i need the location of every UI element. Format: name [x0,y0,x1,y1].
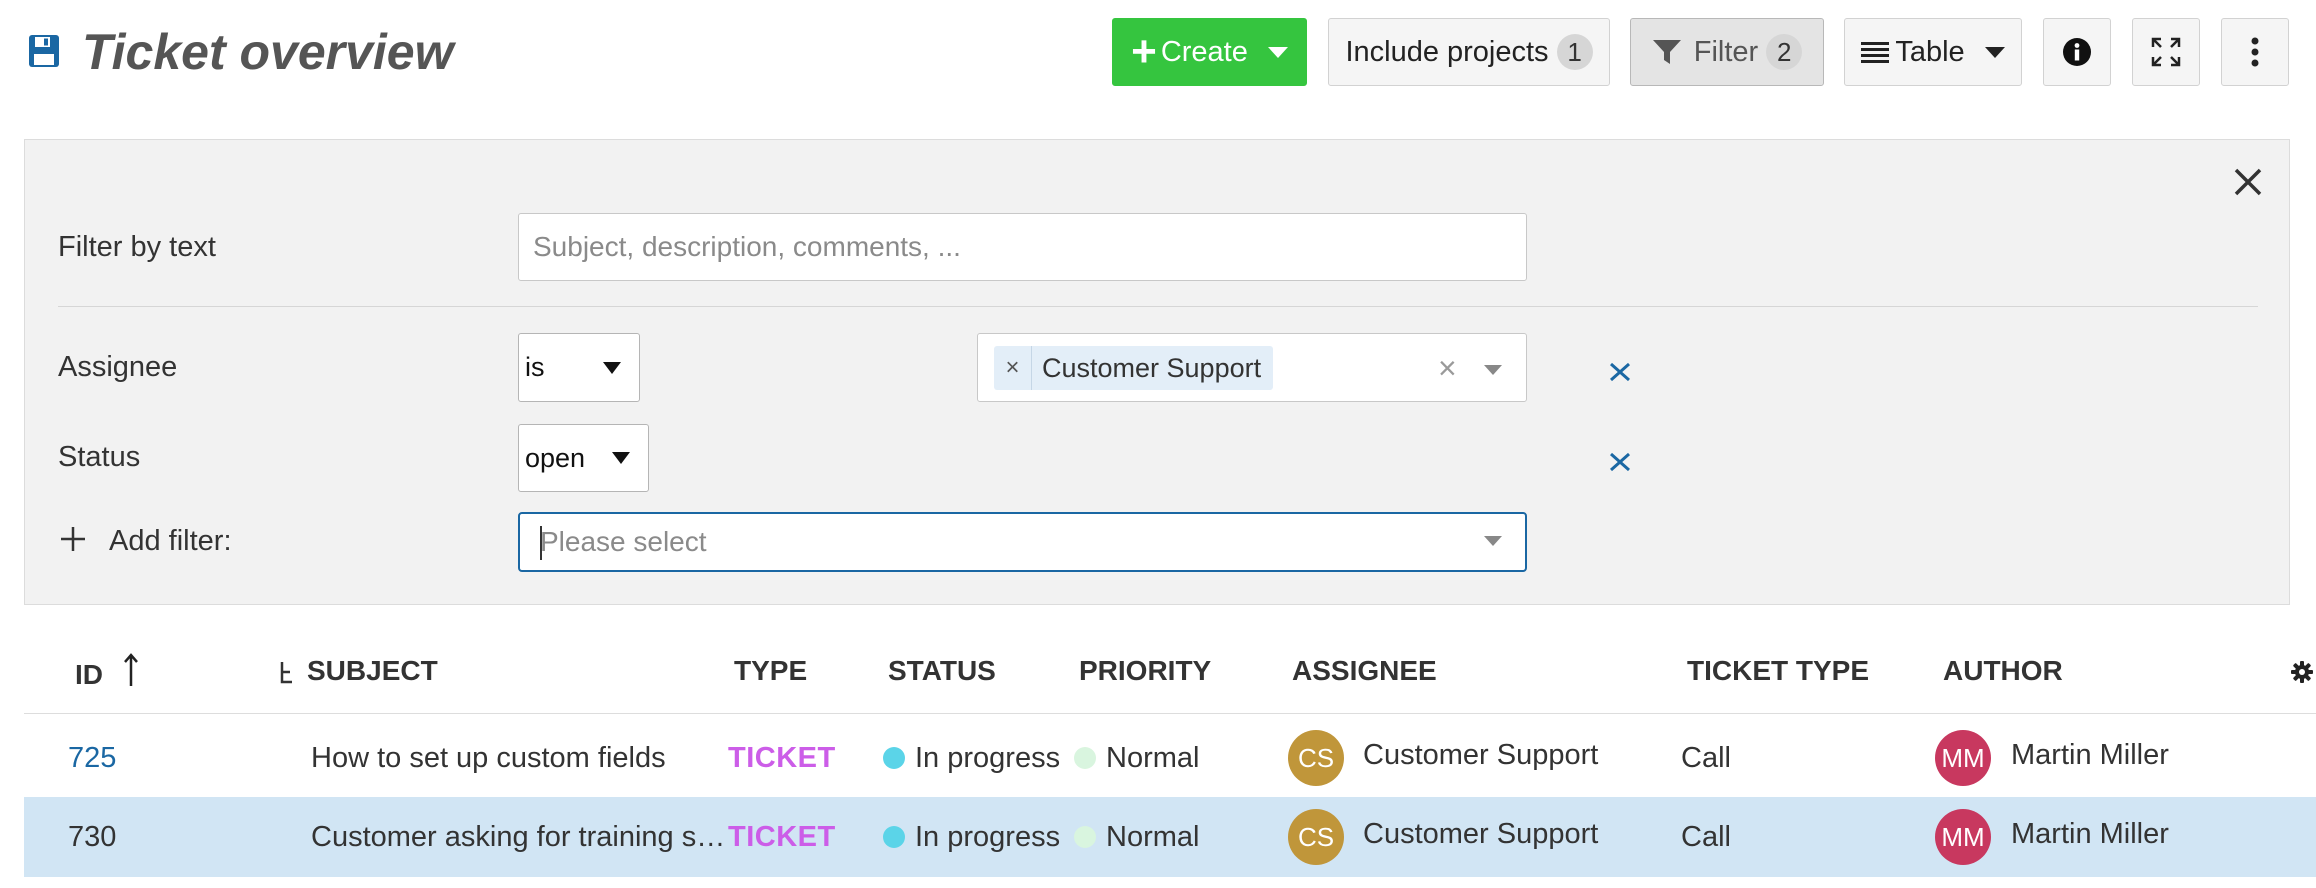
create-button[interactable]: + Create [1112,18,1307,86]
info-icon [2063,38,2091,66]
chevron-down-icon [1267,46,1288,58]
chevron-down-icon [1984,46,2005,58]
column-header-subject[interactable]: SUBJECT [307,652,438,690]
sort-ascending-icon[interactable] [123,652,139,688]
priority-cell[interactable]: Normal [1074,740,1199,776]
author-avatar: MM [1935,809,1991,865]
status-value: In progress [915,821,1061,853]
ticket-type-value: Call [1681,821,1731,853]
create-button-label: Create [1160,35,1248,68]
fullscreen-button[interactable] [2132,18,2200,86]
author-name[interactable]: Martin Miller [2011,816,2169,852]
view-mode-label: Table [1895,35,1965,68]
chevron-down-icon[interactable] [1484,536,1502,546]
text-cursor [540,526,542,560]
status-cell[interactable]: In progress [883,819,1060,855]
column-header-id-label: ID [75,659,103,690]
status-cell[interactable]: In progress [883,740,1060,776]
gear-icon[interactable] [2291,661,2313,683]
hierarchy-icon[interactable] [278,660,296,688]
ticket-id-link[interactable]: 725 [68,740,116,776]
assignee-operator-select[interactable]: is [518,333,640,402]
assignee-value-select[interactable]: × Customer Support × [977,333,1527,402]
assignee-value-chip: × Customer Support [994,346,1274,390]
status-dot-icon [883,826,905,848]
priority-cell[interactable]: Normal [1074,819,1199,855]
remove-status-filter-icon[interactable] [1605,447,1635,477]
ticket-type-label: TICKET [728,821,836,853]
priority-value: Normal [1106,742,1200,774]
status-operator-select[interactable]: open [518,424,649,492]
ticket-type-value: Call [1681,742,1731,774]
include-projects-button[interactable]: Include projects 1 [1328,18,1610,86]
details-button[interactable] [2043,18,2111,86]
priority-value: Normal [1106,821,1200,853]
close-icon[interactable] [2228,162,2268,202]
remove-chip-icon[interactable]: × [994,346,1032,390]
ticket-id-link[interactable]: 730 [68,819,116,855]
assignee-filter-label: Assignee [58,351,178,383]
assignee-name[interactable]: Customer Support [1363,816,1598,852]
assignee-chip-label: Customer Support [1042,352,1262,383]
assignee-operator-value: is [525,352,545,382]
add-filter-select[interactable]: Please select [518,512,1527,572]
column-header-ticket-type[interactable]: TICKET TYPE [1687,652,1869,690]
status-operator-value: open [525,442,586,473]
chevron-down-icon[interactable] [1484,365,1502,375]
add-filter-label: Add filter: [109,525,232,557]
more-vertical-icon [2251,37,2259,67]
priority-dot-icon [1074,747,1096,769]
clear-selection-icon[interactable]: × [1438,348,1457,388]
author-name[interactable]: Martin Miller [2011,737,2169,773]
ticket-type-label: TICKET [728,742,836,774]
priority-dot-icon [1074,826,1096,848]
filter-text-placeholder: Subject, description, comments, ... [533,231,961,262]
view-mode-button[interactable]: Table [1844,18,2022,86]
column-header-status[interactable]: STATUS [888,652,996,690]
save-icon[interactable] [28,34,60,68]
dropdown-arrow-icon [612,452,630,464]
page-title: Ticket overview [82,24,454,80]
column-header-id[interactable]: ID [75,652,139,694]
expand-icon [2151,37,2181,67]
status-filter-label: Status [58,441,141,473]
ticket-subject[interactable]: Customer asking for training s… [311,819,725,855]
add-filter-placeholder: Please select [540,526,707,557]
filter-button-label: Filter [1693,35,1759,68]
table-header-divider [24,713,2316,714]
filter-button[interactable]: Filter 2 [1630,18,1824,86]
filter-count-badge: 2 [1766,34,1803,70]
include-projects-label: Include projects [1345,35,1549,68]
filter-divider [58,306,2258,307]
list-icon [1861,42,1890,63]
table-row[interactable]: 730 Customer asking for training s… TICK… [24,797,2316,877]
dropdown-arrow-icon [603,361,621,374]
table-row[interactable]: 725 How to set up custom fields TICKET I… [24,718,2316,798]
filter-icon [1652,40,1681,64]
status-value: In progress [915,742,1061,774]
column-header-author[interactable]: AUTHOR [1943,652,2063,690]
include-projects-count-badge: 1 [1556,34,1593,70]
column-header-priority[interactable]: PRIORITY [1079,652,1211,690]
assignee-avatar: CS [1288,730,1344,786]
assignee-name[interactable]: Customer Support [1363,737,1598,773]
filter-text-input[interactable]: Subject, description, comments, ... [518,213,1527,281]
plus-icon [61,527,85,551]
remove-assignee-filter-icon[interactable] [1605,357,1635,387]
filter-by-text-label: Filter by text [58,231,216,263]
column-header-type[interactable]: TYPE [734,652,807,690]
ticket-subject[interactable]: How to set up custom fields [311,740,666,776]
column-header-assignee[interactable]: ASSIGNEE [1292,652,1437,690]
author-avatar: MM [1935,730,1991,786]
plus-icon: + [1131,27,1157,76]
status-dot-icon [883,747,905,769]
assignee-avatar: CS [1288,809,1344,865]
more-actions-button[interactable] [2221,18,2289,86]
